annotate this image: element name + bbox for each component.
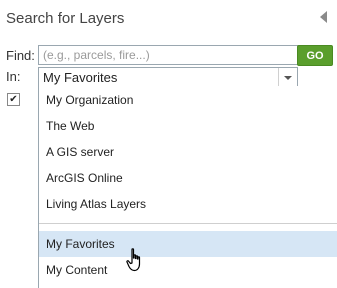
panel-title: Search for Layers (6, 10, 125, 27)
dropdown-option[interactable]: Living Atlas Layers (39, 191, 337, 217)
find-label: Find: (6, 48, 35, 63)
source-dropdown-list: My Organization The Web A GIS server Arc… (38, 86, 337, 288)
checkbox[interactable]: ✔ (7, 93, 20, 106)
find-input[interactable] (38, 45, 300, 65)
go-button[interactable]: GO (297, 45, 333, 66)
hand-pointer-icon (126, 248, 141, 272)
collapse-panel-icon[interactable] (320, 11, 327, 23)
dropdown-option[interactable]: The Web (39, 113, 337, 139)
in-label: In: (6, 69, 21, 84)
dropdown-option[interactable]: My Content (39, 257, 337, 283)
source-select-value: My Favorites (43, 70, 118, 85)
dropdown-option-hovered[interactable]: My Favorites (39, 231, 337, 257)
dropdown-option[interactable]: My Organization (39, 87, 337, 113)
dropdown-option[interactable]: ArcGIS Online (39, 165, 337, 191)
dropdown-separator (39, 223, 337, 224)
checkmark-icon: ✔ (9, 94, 18, 105)
dropdown-option[interactable]: A GIS server (39, 139, 337, 165)
source-select[interactable]: My Favorites (38, 67, 298, 88)
chevron-down-icon[interactable] (278, 68, 297, 87)
